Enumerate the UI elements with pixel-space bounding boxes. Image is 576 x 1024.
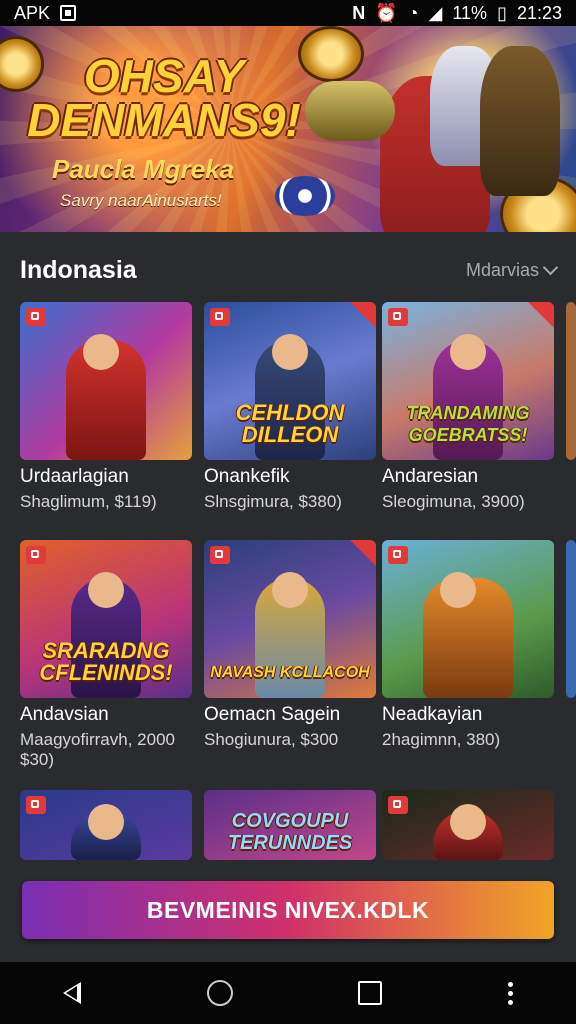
game-card[interactable]: TRANDAMING GOEBRATSS! Andaresian Sleogim… <box>382 302 554 512</box>
screenshot-icon <box>60 5 77 21</box>
game-thumbnail-text: CEHLDON DILLEON <box>235 400 345 447</box>
corner-ribbon <box>350 540 376 566</box>
section-more-link[interactable]: Mdarvias <box>466 259 559 281</box>
game-title: Urdaarlagian <box>20 466 129 487</box>
game-thumbnail <box>566 540 576 698</box>
game-subtitle: Shaglimum, $119) <box>20 492 157 511</box>
game-thumbnail: CEHLDON DILLEON <box>204 302 376 460</box>
game-subtitle: Slnsgimura, $380) <box>204 492 342 511</box>
game-subtitle: Sleogimuna, 3900) <box>382 492 525 511</box>
game-card[interactable] <box>382 790 554 860</box>
game-thumbnail <box>566 302 576 460</box>
cta-button[interactable]: BEVMEINIS NIVEX.KDLK <box>22 881 554 939</box>
corner-ribbon <box>528 302 554 328</box>
game-thumbnail-text: SRARADNG CFLENINDS! <box>39 638 173 685</box>
banner-title: OHSAY DENMANS9! <box>27 50 301 146</box>
game-title: Onankefik <box>204 466 290 487</box>
chevron-down-icon <box>542 259 559 276</box>
recent-apps-icon[interactable] <box>358 981 383 1005</box>
promo-banner[interactable]: OHSAY DENMANS9! Paucla Mgreka Savry naar… <box>0 26 576 232</box>
game-card[interactable]: COVGOUPU TERUNNDES <box>204 790 376 860</box>
banner-subtitle: Paucla Mgreka <box>52 154 235 184</box>
game-thumbnail-text: COVGOUPU TERUNNDES <box>227 810 353 854</box>
game-subtitle: 2hagimnn, 380) <box>382 730 501 749</box>
game-thumbnail: NAVASH KCLLACOH <box>204 540 376 698</box>
game-thumbnail <box>382 790 554 860</box>
system-nav-bar <box>0 962 576 1024</box>
more-options-icon[interactable] <box>508 981 514 1005</box>
status-bar: APK N ⏰ ◔ ◢ 11% ▯ 21:23 <box>0 0 576 26</box>
character-figure <box>66 334 146 460</box>
game-title: Andaresian <box>382 466 479 487</box>
tag-icon <box>388 308 408 326</box>
game-thumbnail <box>20 302 192 460</box>
tag-icon <box>26 546 46 564</box>
section-header: Indonasia Mdarvias <box>20 250 559 290</box>
game-title: Oemacn Sagein <box>204 704 341 725</box>
poker-chip-icon <box>275 176 335 216</box>
tag-icon <box>26 308 46 326</box>
tag-icon <box>210 546 230 564</box>
game-thumbnail-text: NAVASH KCLLACOH <box>210 664 370 681</box>
corner-ribbon <box>350 302 376 328</box>
game-subtitle: Maagyofirravh, 2000 $30) <box>20 730 175 769</box>
game-card[interactable]: NAVASH KCLLACOH Oemacn Sagein Shogiunura… <box>204 540 376 750</box>
tag-icon <box>26 796 46 814</box>
tag-icon <box>388 796 408 814</box>
game-thumbnail <box>382 540 554 698</box>
game-title: Andavsian <box>20 704 109 725</box>
battery-percent: 11% <box>452 2 488 23</box>
battery-icon: ▯ <box>497 2 507 23</box>
game-thumbnail <box>20 790 192 860</box>
clock: 21:23 <box>516 2 562 23</box>
banner-tagline: Savry naarAinusiarts! <box>60 191 222 210</box>
game-card[interactable]: Neadkayian 2hagimnn, 380) <box>382 540 554 750</box>
notification-icon: N <box>352 2 366 23</box>
character-figure <box>71 804 141 860</box>
home-icon[interactable] <box>206 980 233 1006</box>
back-icon[interactable] <box>62 982 81 1004</box>
game-card[interactable] <box>20 790 192 860</box>
signal-icon: ◢ <box>428 2 443 23</box>
character-figure <box>480 46 560 196</box>
alarm-icon: ⏰ <box>375 2 398 23</box>
section-title: Indonasia <box>20 255 137 284</box>
game-thumbnail: COVGOUPU TERUNNDES <box>204 790 376 860</box>
character-figure <box>433 804 503 860</box>
game-card[interactable]: Urdaarlagian Shaglimum, $119) <box>20 302 192 512</box>
game-card-partial[interactable] <box>566 540 576 698</box>
app-label: APK <box>14 2 51 23</box>
game-subtitle: Shogiunura, $300 <box>204 730 339 749</box>
game-thumbnail: SRARADNG CFLENINDS! <box>20 540 192 698</box>
tiger-figure <box>423 572 513 698</box>
game-title: Neadkayian <box>382 704 483 725</box>
game-thumbnail: TRANDAMING GOEBRATSS! <box>382 302 554 460</box>
game-thumbnail-text: TRANDAMING GOEBRATSS! <box>406 403 530 445</box>
tag-icon <box>210 308 230 326</box>
game-card[interactable]: SRARADNG CFLENINDS! Andavsian Maagyofirr… <box>20 540 192 770</box>
camera-prop <box>305 81 395 141</box>
game-card[interactable]: CEHLDON DILLEON Onankefik Slnsgimura, $3… <box>204 302 376 512</box>
tag-icon <box>388 546 408 564</box>
wifi-icon: ◔ <box>407 2 419 23</box>
game-card-partial[interactable] <box>566 302 576 460</box>
